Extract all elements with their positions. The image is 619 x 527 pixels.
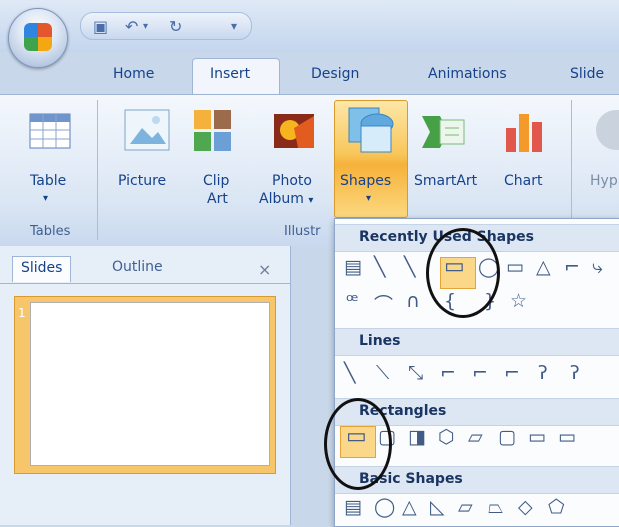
snip-corner-rectangle-shape[interactable]: ◨ [408,426,426,448]
photo-album-label: Album [259,191,304,207]
elbow-connector-shape[interactable]: ⌐ [440,362,456,384]
diamond-shape[interactable]: ◇ [518,496,533,518]
slide-thumbnail[interactable] [30,302,270,466]
double-arrow-line-shape[interactable]: ⤡ [408,362,423,384]
line-shape[interactable]: ╲ [374,256,385,278]
freeform-shape[interactable]: ∩ [406,290,420,312]
curve-shape[interactable]: ꟹ [346,290,358,312]
undo-dropdown-icon[interactable]: ▾ [143,21,148,32]
rounded-rectangle-shape[interactable]: ▭ [506,256,524,278]
pane-divider [0,283,290,284]
arc-shape[interactable]: ⌒ [374,290,393,317]
star-shape[interactable]: ☆ [510,290,527,312]
redo-icon[interactable]: ↻ [169,17,182,36]
group-label-illustrations: Illustr [284,224,321,239]
tab-insert[interactable]: Insert [210,66,250,82]
triangle-shape[interactable]: △ [402,496,417,518]
group-label-tables: Tables [30,224,71,239]
text-box-shape[interactable]: ▤ [344,256,362,278]
clip-art-button-line2[interactable]: Art [207,190,228,208]
section-lines: Lines [335,328,619,356]
picture-icon [122,106,172,156]
line-shape[interactable]: ╲ [344,362,355,384]
table-button[interactable]: Table [30,172,66,190]
annotation-circle-recent-rectangle [426,228,500,318]
tab-animations[interactable]: Animations [428,66,507,82]
snip-same-side-rectangle-shape[interactable]: ⬡ [438,426,455,448]
tab-slides[interactable]: Slides [12,256,72,282]
elbow-double-arrow-connector-shape[interactable]: ⌐ [504,362,520,384]
table-icon [26,108,74,156]
right-triangle-shape[interactable]: ◺ [430,496,445,518]
office-logo-icon [24,23,52,51]
lines-row: ╲ ⟍ ⤡ ⌐ ⌐ ⌐ ʔ ʔ [344,362,619,392]
arrow-line-shape[interactable]: ⟍ [376,362,389,384]
curved-arrow-connector-shape[interactable]: ʔ [570,362,580,384]
shapes-button-label: Shapes [340,173,392,189]
slide-number: 1 [18,306,26,320]
chart-icon [502,106,550,156]
text-box-shape[interactable]: ▤ [344,496,362,518]
section-label: Lines [359,333,401,349]
undo-icon[interactable]: ↶ [125,17,138,36]
picture-button[interactable]: Picture [118,172,166,190]
photo-album-button-line2[interactable]: Album ▾ [259,190,313,210]
arrow-shape[interactable]: ╲ [404,256,415,278]
elbow-connector-shape[interactable]: ⌐ [564,256,580,278]
customize-qat-icon[interactable]: ▾ [231,19,237,33]
elbow-arrow-connector-shape[interactable]: ⌐ [472,362,488,384]
quick-access-toolbar: ▣ ↶ ▾ ↻ ▾ [80,12,252,40]
tab-slide-show[interactable]: Slide [570,66,604,82]
curved-connector-shape[interactable]: ʔ [538,362,548,384]
basic-shapes-row: ▤ ◯ △ ◺ ▱ ⏢ ◇ ⬠ [344,496,619,524]
round-diagonal-rectangle-shape[interactable]: ▭ [558,426,576,448]
table-dropdown-icon[interactable]: ▾ [43,190,48,208]
pentagon-shape[interactable]: ⬠ [548,496,565,518]
tab-design[interactable]: Design [311,66,359,82]
photo-album-button[interactable]: Photo [272,172,312,190]
smartart-button[interactable]: SmartArt [414,172,477,190]
smartart-icon [418,108,468,156]
bent-arrow-shape[interactable]: ⤷ [592,256,603,278]
chart-button[interactable]: Chart [504,172,542,190]
photo-album-dropdown-icon: ▾ [308,195,314,206]
close-pane-icon[interactable]: × [258,260,271,279]
tab-home[interactable]: Home [113,66,154,82]
shapes-icon [345,104,397,156]
shapes-dropdown-icon: ▾ [366,193,372,204]
group-separator [97,100,98,240]
save-icon[interactable]: ▣ [93,17,108,36]
round-corner-rectangle-shape[interactable]: ▢ [498,426,516,448]
parallelogram-shape[interactable]: ▱ [458,496,473,518]
office-button[interactable] [8,8,68,68]
oval-shape[interactable]: ◯ [374,496,395,518]
snip-diagonal-rectangle-shape[interactable]: ▱ [468,426,483,448]
photo-album-icon [268,108,322,156]
hyperlink-button[interactable]: Hyp [590,172,618,190]
clip-art-icon [190,106,236,156]
triangle-shape[interactable]: △ [536,256,551,278]
annotation-circle-rectangle [324,398,392,490]
trapezoid-shape[interactable]: ⏢ [488,496,503,518]
round-same-side-rectangle-shape[interactable]: ▭ [528,426,546,448]
clip-art-button[interactable]: Clip [203,172,229,190]
tab-outline[interactable]: Outline [104,256,171,282]
